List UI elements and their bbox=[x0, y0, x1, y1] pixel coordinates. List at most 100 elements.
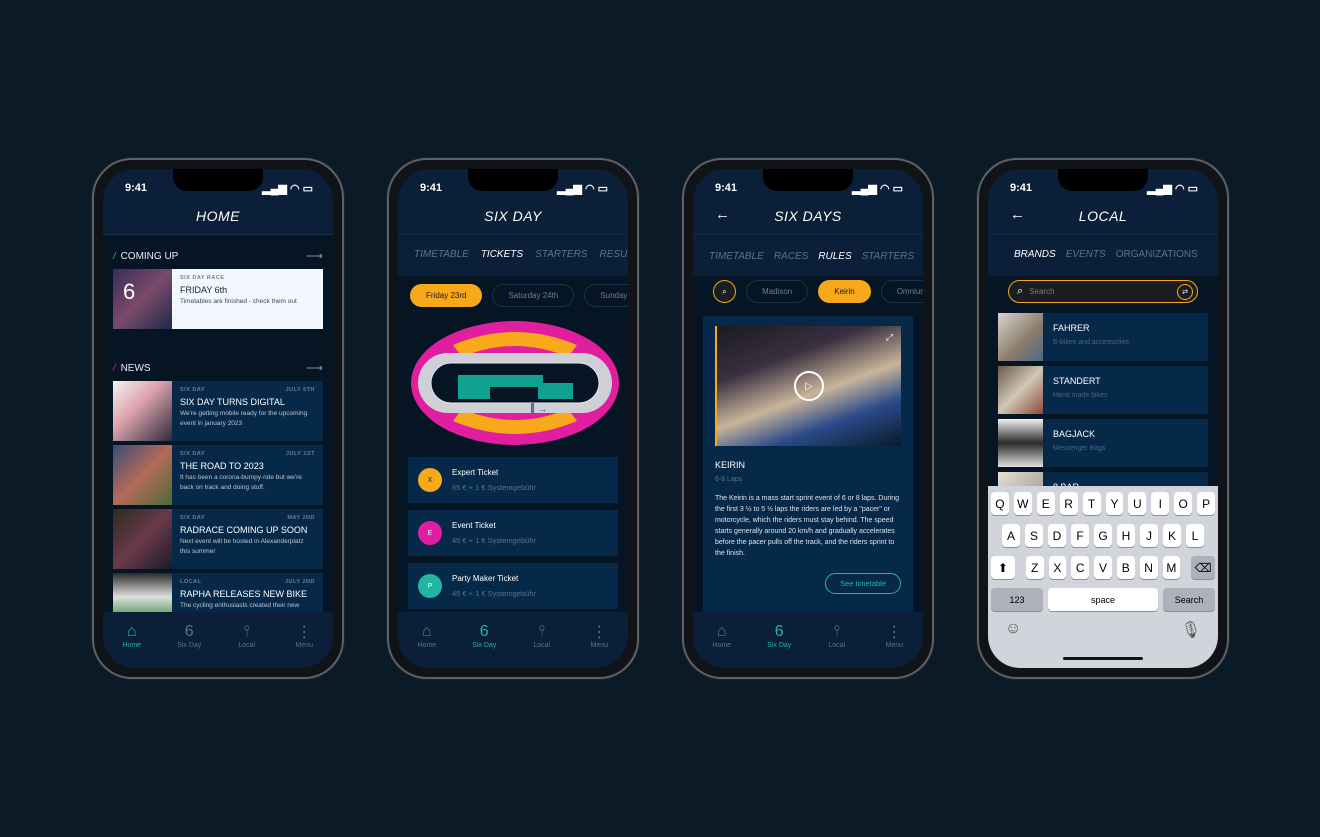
tab-bar: ⌂ Home 6 Six Day ⫯ Local ⋮ Menu bbox=[398, 612, 628, 668]
key[interactable]: S bbox=[1025, 524, 1043, 547]
key[interactable]: E bbox=[1036, 492, 1055, 515]
play-icon[interactable]: ▷ bbox=[794, 371, 824, 401]
status-icons: ▂▄▆ ◠ ▭ bbox=[262, 182, 313, 195]
key[interactable]: X bbox=[1048, 556, 1067, 579]
tab-events[interactable]: EVENTS bbox=[1066, 249, 1106, 276]
key[interactable]: Y bbox=[1105, 492, 1124, 515]
filter-pill[interactable]: Madison bbox=[746, 280, 809, 303]
coming-up-card[interactable]: 6 SIX DAY RACE FRIDAY 6th Timetables are… bbox=[113, 269, 323, 329]
news-header: / NEWS ⟶ bbox=[113, 361, 323, 375]
key[interactable]: Z bbox=[1025, 556, 1044, 579]
tab-results[interactable]: RESULTS bbox=[599, 249, 628, 276]
key-space[interactable]: space bbox=[1048, 588, 1158, 611]
local-screen: 9:41 ▂▄▆ ◠ ▭ ← LOCAL BRANDS EVENTS ORGANIZ… bbox=[988, 169, 1218, 668]
key[interactable]: D bbox=[1048, 524, 1066, 547]
key[interactable]: B bbox=[1116, 556, 1135, 579]
key-search[interactable]: Search bbox=[1162, 588, 1215, 611]
tower-icon: ⫯ bbox=[538, 623, 546, 640]
day-pill[interactable]: Saturday 24th bbox=[492, 284, 575, 307]
emoji-icon[interactable]: ☺ bbox=[1005, 620, 1021, 640]
venue-seat-map[interactable]: → bbox=[398, 313, 628, 453]
nav-home[interactable]: ⌂ Home bbox=[107, 622, 157, 668]
brand-item[interactable]: BAGJACK Messenger Bags bbox=[998, 419, 1208, 467]
tab-timetable[interactable]: TIMETABLE bbox=[414, 249, 469, 276]
day-pill[interactable]: Sunday bbox=[584, 284, 628, 307]
page-title: LOCAL bbox=[1078, 208, 1128, 224]
ticket-item[interactable]: P Party Maker Ticket 45 € + 1 € Systemgebü… bbox=[408, 563, 618, 609]
ticket-item[interactable]: E Event Ticket 45 € + 1 € Systemgebühr bbox=[408, 510, 618, 556]
nav-six-day[interactable]: 6 Six Day bbox=[164, 622, 214, 668]
news-item[interactable]: LOCAL JULY 2ND RAPHA RELEASES NEW BIKE The … bbox=[113, 573, 323, 612]
tab-timetable[interactable]: TIMETABLE bbox=[709, 251, 764, 276]
tab-organizations[interactable]: ORGANIZATIONS bbox=[1116, 249, 1198, 276]
nav-local[interactable]: ⫯ Local bbox=[812, 622, 862, 668]
key[interactable]: N bbox=[1139, 556, 1158, 579]
nav-six-day[interactable]: 6 Six Day bbox=[459, 622, 509, 668]
nav-six-day[interactable]: 6 Six Day bbox=[754, 622, 804, 668]
six-icon: 6 bbox=[774, 623, 784, 640]
news-item[interactable]: SIX DAY MAY 2ND RADRACE COMING UP SOON Next… bbox=[113, 509, 323, 569]
arrow-right-icon[interactable]: ⟶ bbox=[306, 249, 323, 263]
nav-menu[interactable]: ⋮ Menu bbox=[574, 622, 624, 668]
key[interactable]: J bbox=[1140, 524, 1158, 547]
race-title: KEIRIN bbox=[715, 460, 746, 470]
ticket-item[interactable]: X Expert Ticket 65 € + 1 € Systemgebühr bbox=[408, 457, 618, 503]
nav-local[interactable]: ⫯ Local bbox=[222, 622, 272, 668]
key[interactable]: U bbox=[1128, 492, 1147, 515]
nav-menu[interactable]: ⋮ Menu bbox=[279, 622, 329, 668]
key[interactable]: V bbox=[1094, 556, 1112, 579]
nav-local[interactable]: ⫯ Local bbox=[517, 622, 567, 668]
key[interactable]: G bbox=[1094, 524, 1112, 547]
key[interactable]: K bbox=[1163, 524, 1181, 547]
key[interactable]: O bbox=[1174, 492, 1193, 515]
brand-item[interactable]: FAHRER E-bikes and accessories bbox=[998, 313, 1208, 361]
status-icons: ▂▄▆ ◠ ▭ bbox=[1147, 182, 1198, 195]
tab-brands[interactable]: BRANDS bbox=[1014, 249, 1056, 276]
search-field[interactable]: ⌕ ⇄ bbox=[1008, 280, 1198, 303]
tab-tickets[interactable]: TICKETS bbox=[481, 249, 523, 276]
tab-strip: TIMETABLE TICKETS STARTERS RESULTS bbox=[398, 236, 628, 276]
phone-rules: 9:41 ▂▄▆ ◠ ▭ ← SIX DAYS TIMETABLE RACES RU… bbox=[682, 158, 934, 679]
key[interactable]: Q bbox=[990, 492, 1009, 515]
six-icon: 6 bbox=[184, 623, 194, 640]
news-item[interactable]: SIX DAY JULY 1ST THE ROAD TO 2023 It has be… bbox=[113, 445, 323, 505]
fullscreen-icon[interactable]: ⤢ bbox=[886, 332, 893, 343]
key[interactable]: L bbox=[1186, 524, 1204, 547]
key[interactable]: M bbox=[1162, 556, 1181, 579]
key[interactable]: P bbox=[1197, 492, 1216, 515]
status-icons: ▂▄▆ ◠ ▭ bbox=[852, 182, 903, 195]
key-numbers[interactable]: 123 bbox=[991, 588, 1044, 611]
key[interactable]: R bbox=[1059, 492, 1078, 515]
search-input[interactable] bbox=[1029, 287, 1177, 296]
news-item[interactable]: SIX DAY JULY 6TH SIX DAY TURNS DIGITAL We'r… bbox=[113, 381, 323, 441]
brand-item[interactable]: STANDERT Hand made bikes bbox=[998, 366, 1208, 414]
microphone-icon[interactable]: 🎙 bbox=[1181, 620, 1201, 640]
nav-home[interactable]: ⌂ Home bbox=[697, 622, 747, 668]
filter-pill[interactable]: Omnium bbox=[880, 280, 923, 303]
filter-icon[interactable]: ⇄ bbox=[1177, 283, 1193, 300]
race-video[interactable]: ▷ ⤢ bbox=[715, 326, 901, 446]
key[interactable]: W bbox=[1013, 492, 1032, 515]
arrow-right-icon[interactable]: ⟶ bbox=[306, 361, 323, 375]
key[interactable]: H bbox=[1117, 524, 1135, 547]
key[interactable]: A bbox=[1002, 524, 1020, 547]
race-description: The Keirin is a mass start sprint event … bbox=[715, 495, 900, 557]
tab-rules[interactable]: RULES bbox=[818, 251, 851, 276]
page-title: SIX DAY bbox=[484, 208, 542, 224]
key[interactable]: T bbox=[1082, 492, 1101, 515]
tab-races[interactable]: RACES bbox=[774, 251, 808, 276]
search-button[interactable]: ⌕ bbox=[713, 280, 736, 303]
nav-home[interactable]: ⌂ Home bbox=[402, 622, 452, 668]
tab-starters[interactable]: STARTERS bbox=[862, 251, 914, 276]
nav-menu[interactable]: ⋮ Menu bbox=[869, 622, 919, 668]
backspace-key[interactable]: ⌫ bbox=[1191, 556, 1216, 579]
day-pill[interactable]: Friday 23rd bbox=[410, 284, 483, 307]
key[interactable]: C bbox=[1071, 556, 1090, 579]
see-timetable-button[interactable]: See timetable bbox=[825, 573, 901, 594]
key[interactable]: F bbox=[1071, 524, 1089, 547]
day-selector: Friday 23rd Saturday 24th Sunday bbox=[398, 284, 628, 307]
key[interactable]: I bbox=[1151, 492, 1170, 515]
filter-pill[interactable]: Keirin bbox=[818, 280, 871, 303]
shift-key[interactable]: ⬆ bbox=[991, 556, 1015, 579]
tab-starters[interactable]: STARTERS bbox=[535, 249, 587, 276]
